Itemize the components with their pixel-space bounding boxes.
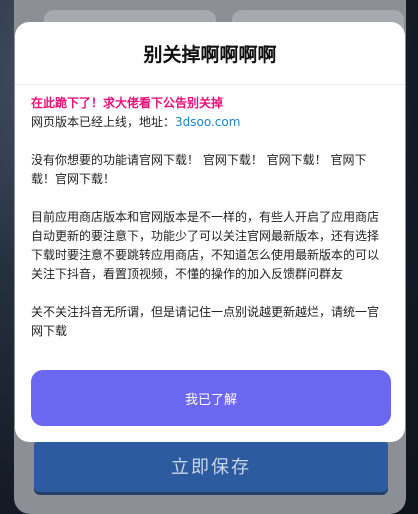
version-notice-paragraph: 目前应用商店版本和官网版本是不一样的，有些人开启了应用商店自动更新的要注意下，功… [31,210,380,281]
dialog-divider [15,84,405,85]
download-paragraph: 没有你想要的功能请官网下载！ 官网下载！ 官网下载！ 官网下载！官网下载！ [31,153,367,186]
acknowledge-button[interactable]: 我已了解 [31,370,391,426]
dialog-body[interactable]: 在此跪下了！求大佬看下公告别关掉 网页版本已经上线，地址：3dsoo.com 没… [31,94,389,352]
web-version-text: 网页版本已经上线，地址： [31,115,176,129]
announcement-dialog: 别关掉啊啊啊啊 在此跪下了！求大佬看下公告别关掉 网页版本已经上线，地址：3ds… [15,22,405,442]
douyin-paragraph: 关不关注抖音无所谓，但是请记住一点别说越更新越烂，请统一官网下载 [31,305,380,338]
web-version-line: 网页版本已经上线，地址：3dsoo.com [31,113,389,132]
web-version-link[interactable]: 3dsoo.com [175,115,240,129]
warning-text: 在此跪下了！求大佬看下公告别关掉 [31,96,224,110]
save-now-button[interactable]: 立即保存 [34,440,388,492]
dialog-title: 别关掉啊啊啊啊 [143,44,277,66]
